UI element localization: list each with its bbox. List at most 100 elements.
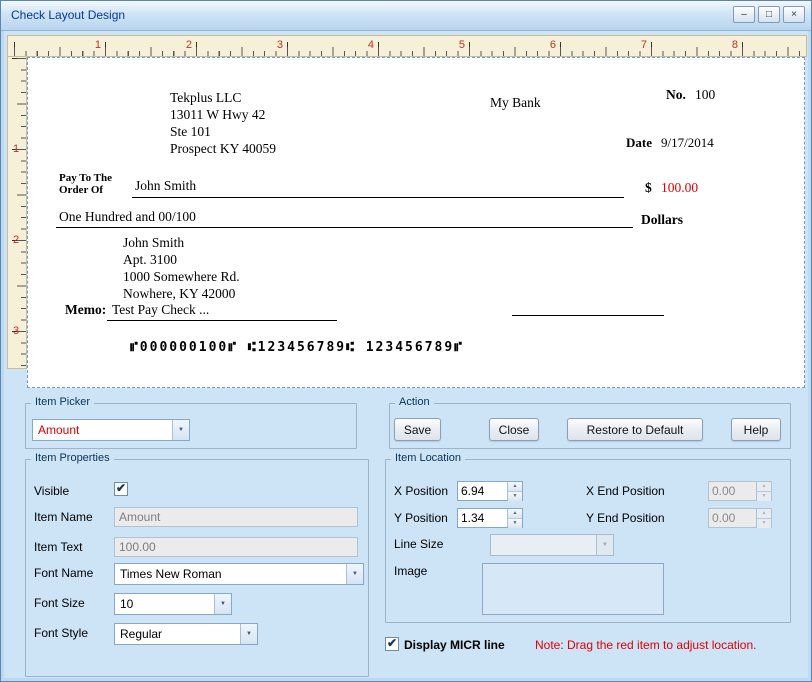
company-line: Tekplus LLC [170,90,242,105]
line-size-combo: ▼ [490,534,614,556]
spin-up-icon[interactable]: ▲ [508,482,522,492]
payee-underline [132,197,624,198]
image-label: Image [394,564,428,578]
x-position-spinner[interactable]: ▲ ▼ [457,481,523,501]
help-button-label: Help [743,422,769,437]
dollars-label[interactable]: Dollars [641,212,683,228]
item-picker-group: Item Picker Amount ▼ [25,396,357,449]
y-end-spin-buttons: ▲ ▼ [756,509,771,528]
window-title: Check Layout Design [11,8,126,22]
check-no-value[interactable]: 100 [695,87,715,103]
minimize-icon: – [741,8,747,20]
item-properties-group: Item Properties Visible ✔ Item Name Item… [25,452,369,677]
chevron-down-icon[interactable]: ▼ [240,624,257,644]
chevron-down-icon[interactable]: ▼ [172,420,189,440]
hruler-number-5: 5 [458,39,465,51]
pay-to-label[interactable]: Pay To The Order Of [59,172,112,196]
chevron-down-icon[interactable]: ▼ [346,564,363,584]
check-icon: ✔ [386,636,398,650]
micr-line[interactable]: ⑈000000100⑈ ⑆123456789⑆ 123456789⑈ [130,340,464,355]
y-end-position-input [709,509,756,527]
currency-symbol[interactable]: $ [645,180,652,196]
visible-label: Visible [34,484,70,498]
y-position-spinner[interactable]: ▲ ▼ [457,508,523,528]
titlebar[interactable]: Check Layout Design – □ × [1,1,811,31]
minimize-button[interactable]: – [733,6,755,23]
item-picker-group-label: Item Picker [31,396,95,408]
font-size-label: Font Size [34,596,85,610]
x-end-spin-buttons: ▲ ▼ [756,482,771,501]
date-value[interactable]: 9/17/2014 [661,135,714,151]
x-end-position-label: X End Position [586,484,665,498]
x-position-input[interactable] [458,482,507,500]
x-end-position-spinner: ▲ ▼ [708,481,772,501]
payee-address-block[interactable]: John Smith Apt. 3100 1000 Somewhere Rd. … [123,234,240,302]
help-button[interactable]: Help [731,418,781,441]
spin-down-icon: ▼ [757,519,771,528]
close-check-button[interactable]: Close [489,418,539,441]
y-end-position-label: Y End Position [586,511,665,525]
chevron-down-icon[interactable]: ▼ [214,594,231,614]
image-preview-box [482,563,664,615]
maximize-icon: □ [765,8,773,20]
maximize-button[interactable]: □ [758,6,780,23]
memo-text[interactable]: Test Pay Check ... [112,302,209,318]
payee-name[interactable]: John Smith [135,178,196,194]
hruler-number-2: 2 [185,39,192,51]
font-style-value: Regular [120,627,163,641]
amount-value[interactable]: 100.00 [661,180,698,196]
signature-line [512,315,664,316]
vruler-number-2: 2 [12,234,20,246]
check-no-label[interactable]: No. [666,87,686,103]
company-line: 13011 W Hwy 42 [170,107,266,122]
font-name-combo[interactable]: Times New Roman ▼ [114,563,364,585]
hruler-number-1: 1 [94,39,101,51]
display-micr-checkbox[interactable]: ✔ [385,637,399,651]
close-button-label: Close [498,422,530,437]
font-style-combo[interactable]: Regular ▼ [114,623,258,645]
payee-address-line: Apt. 3100 [123,252,177,267]
item-picker-combo[interactable]: Amount ▼ [32,419,190,441]
hruler-number-4: 4 [367,39,374,51]
check-icon: ✔ [115,481,127,495]
hruler-number-6: 6 [549,39,556,51]
spin-down-icon[interactable]: ▼ [508,492,522,501]
payee-address-line: 1000 Somewhere Rd. [123,269,240,284]
close-button[interactable]: × [783,6,805,23]
company-address-block[interactable]: Tekplus LLC 13011 W Hwy 42 Ste 101 Prosp… [170,89,276,157]
amount-words-underline [56,227,633,228]
spin-down-icon[interactable]: ▼ [508,519,522,528]
chevron-down-icon: ▼ [596,535,613,555]
drag-note: Note: Drag the red item to adjust locati… [535,638,757,652]
payee-address-line: Nowhere, KY 42000 [123,286,236,301]
x-end-position-input [709,482,756,500]
save-button[interactable]: Save [394,418,441,441]
vruler-number-3: 3 [12,325,20,337]
date-label[interactable]: Date [626,135,652,151]
y-position-input[interactable] [458,509,507,527]
visible-checkbox[interactable]: ✔ [114,482,128,496]
vruler-number-1: 1 [12,143,20,155]
item-text-field[interactable] [114,537,358,557]
font-size-combo[interactable]: 10 ▼ [114,593,232,615]
font-name-value: Times New Roman [120,567,222,581]
restore-default-button[interactable]: Restore to Default [567,418,703,441]
spin-up-icon: ▲ [757,482,771,492]
window-controls: – □ × [733,6,805,23]
spin-down-icon: ▼ [757,492,771,501]
bank-name[interactable]: My Bank [490,95,541,111]
font-size-value: 10 [120,597,134,611]
item-text-label: Item Text [34,540,83,554]
amount-words[interactable]: One Hundred and 00/100 [59,209,196,225]
memo-label[interactable]: Memo: [65,302,106,318]
hruler-number-8: 8 [731,39,738,51]
close-icon: × [791,8,797,20]
item-name-field[interactable] [114,507,358,527]
spin-up-icon[interactable]: ▲ [508,509,522,519]
x-position-label: X Position [394,484,449,498]
check-preview: Tekplus LLC 13011 W Hwy 42 Ste 101 Prosp… [27,57,805,388]
hruler-number-3: 3 [276,39,283,51]
pay-to-line1: Pay To The [59,172,112,184]
company-line: Prospect KY 40059 [170,141,276,156]
item-location-group: Item Location X Position ▲ ▼ X End Posit… [385,452,791,623]
